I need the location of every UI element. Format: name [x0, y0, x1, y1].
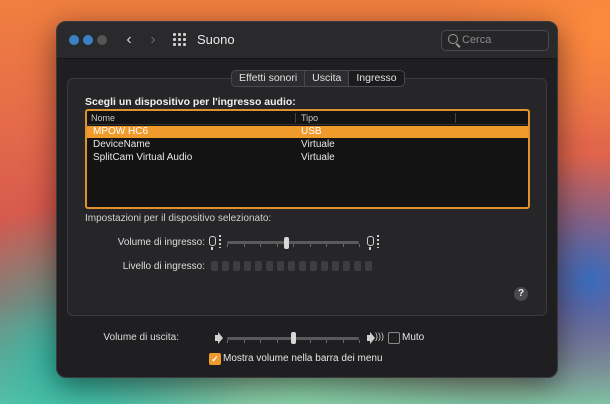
level-segment — [222, 261, 229, 271]
level-segment — [299, 261, 306, 271]
slider-tick — [359, 244, 360, 247]
device-name: MPOW HC6 — [93, 126, 148, 137]
volume-low-dots-icon — [219, 235, 221, 248]
help-button[interactable]: ? — [514, 287, 528, 301]
slider-tick — [244, 244, 245, 247]
volume-high-dots-icon — [377, 235, 379, 248]
slider-tick — [343, 340, 344, 343]
slider-tick — [260, 340, 261, 343]
input-volume-label: Volume di ingresso: — [117, 237, 205, 248]
search-icon — [448, 34, 458, 44]
title-bar: ‹ › Suono Cerca — [57, 22, 557, 59]
slider-tick — [310, 340, 311, 343]
window-title: Suono — [197, 32, 235, 47]
table-row[interactable]: SplitCam Virtual Audio Virtuale — [87, 152, 528, 164]
column-header-name[interactable]: Nome — [91, 113, 115, 123]
device-type: Virtuale — [301, 139, 335, 150]
column-header-type[interactable]: Tipo — [301, 113, 318, 123]
show-all-grid-icon[interactable] — [173, 33, 187, 47]
microphone-high-icon — [367, 236, 374, 250]
input-level-meter — [211, 261, 372, 271]
input-device-section-title: Scegli un dispositivo per l'ingresso aud… — [85, 96, 296, 108]
device-type: USB — [301, 126, 322, 137]
tab-effetti-sonori[interactable]: Effetti sonori — [232, 71, 306, 86]
tab-uscita[interactable]: Uscita — [305, 71, 350, 86]
table-header: Nome Tipo — [87, 111, 528, 125]
device-name: DeviceName — [93, 139, 151, 150]
level-segment — [343, 261, 350, 271]
device-name: SplitCam Virtual Audio — [93, 152, 193, 163]
input-device-table[interactable]: Nome Tipo MPOW HC6 USB DeviceName Virtua… — [85, 109, 530, 209]
slider-tick — [260, 244, 261, 247]
level-segment — [266, 261, 273, 271]
slider-tick — [343, 244, 344, 247]
speaker-low-icon — [215, 335, 219, 341]
search-placeholder: Cerca — [462, 34, 492, 46]
device-settings-title: Impostazioni per il dispositivo selezion… — [85, 213, 272, 224]
sound-preferences-window: ‹ › Suono Cerca Effetti sonori Uscita In… — [56, 21, 558, 378]
level-segment — [354, 261, 361, 271]
show-volume-menubar-label: Mostra volume nella barra dei menu — [223, 353, 383, 364]
input-level-label: Livello di ingresso: — [122, 261, 205, 272]
level-segment — [244, 261, 251, 271]
tab-ingresso[interactable]: Ingresso — [349, 71, 404, 86]
level-segment — [310, 261, 317, 271]
slider-tick — [326, 340, 327, 343]
tab-bar: Effetti sonori Uscita Ingresso — [231, 70, 405, 87]
level-segment — [332, 261, 339, 271]
slider-tick — [227, 340, 228, 343]
sound-waves-icon: ))) — [375, 331, 384, 341]
search-field[interactable]: Cerca — [441, 30, 549, 51]
slider-tick — [326, 244, 327, 247]
slider-knob[interactable] — [291, 332, 296, 344]
minimize-window-button[interactable] — [83, 35, 93, 45]
slider-tick — [359, 340, 360, 343]
mute-checkbox[interactable] — [388, 332, 400, 344]
output-volume-label: Volume di uscita: — [103, 332, 179, 343]
microphone-low-icon — [209, 236, 216, 250]
speaker-high-icon — [367, 335, 371, 341]
level-segment — [233, 261, 240, 271]
mute-label: Muto — [402, 332, 425, 343]
level-segment — [255, 261, 262, 271]
level-segment — [321, 261, 328, 271]
table-row[interactable]: MPOW HC6 USB — [87, 126, 528, 138]
slider-knob[interactable] — [284, 237, 289, 249]
device-type: Virtuale — [301, 152, 335, 163]
slider-tick — [310, 244, 311, 247]
back-chevron-icon[interactable]: ‹ — [121, 30, 137, 50]
slider-tick — [227, 244, 228, 247]
level-segment — [365, 261, 372, 271]
table-row[interactable]: DeviceName Virtuale — [87, 139, 528, 151]
forward-chevron-icon[interactable]: › — [145, 30, 161, 50]
close-window-button[interactable] — [69, 35, 79, 45]
level-segment — [288, 261, 295, 271]
slider-tick — [293, 244, 294, 247]
level-segment — [277, 261, 284, 271]
slider-tick — [277, 340, 278, 343]
show-volume-menubar-checkbox[interactable]: ✓ — [209, 353, 221, 365]
zoom-window-button[interactable] — [97, 35, 107, 45]
slider-tick — [277, 244, 278, 247]
slider-tick — [244, 340, 245, 343]
level-segment — [211, 261, 218, 271]
